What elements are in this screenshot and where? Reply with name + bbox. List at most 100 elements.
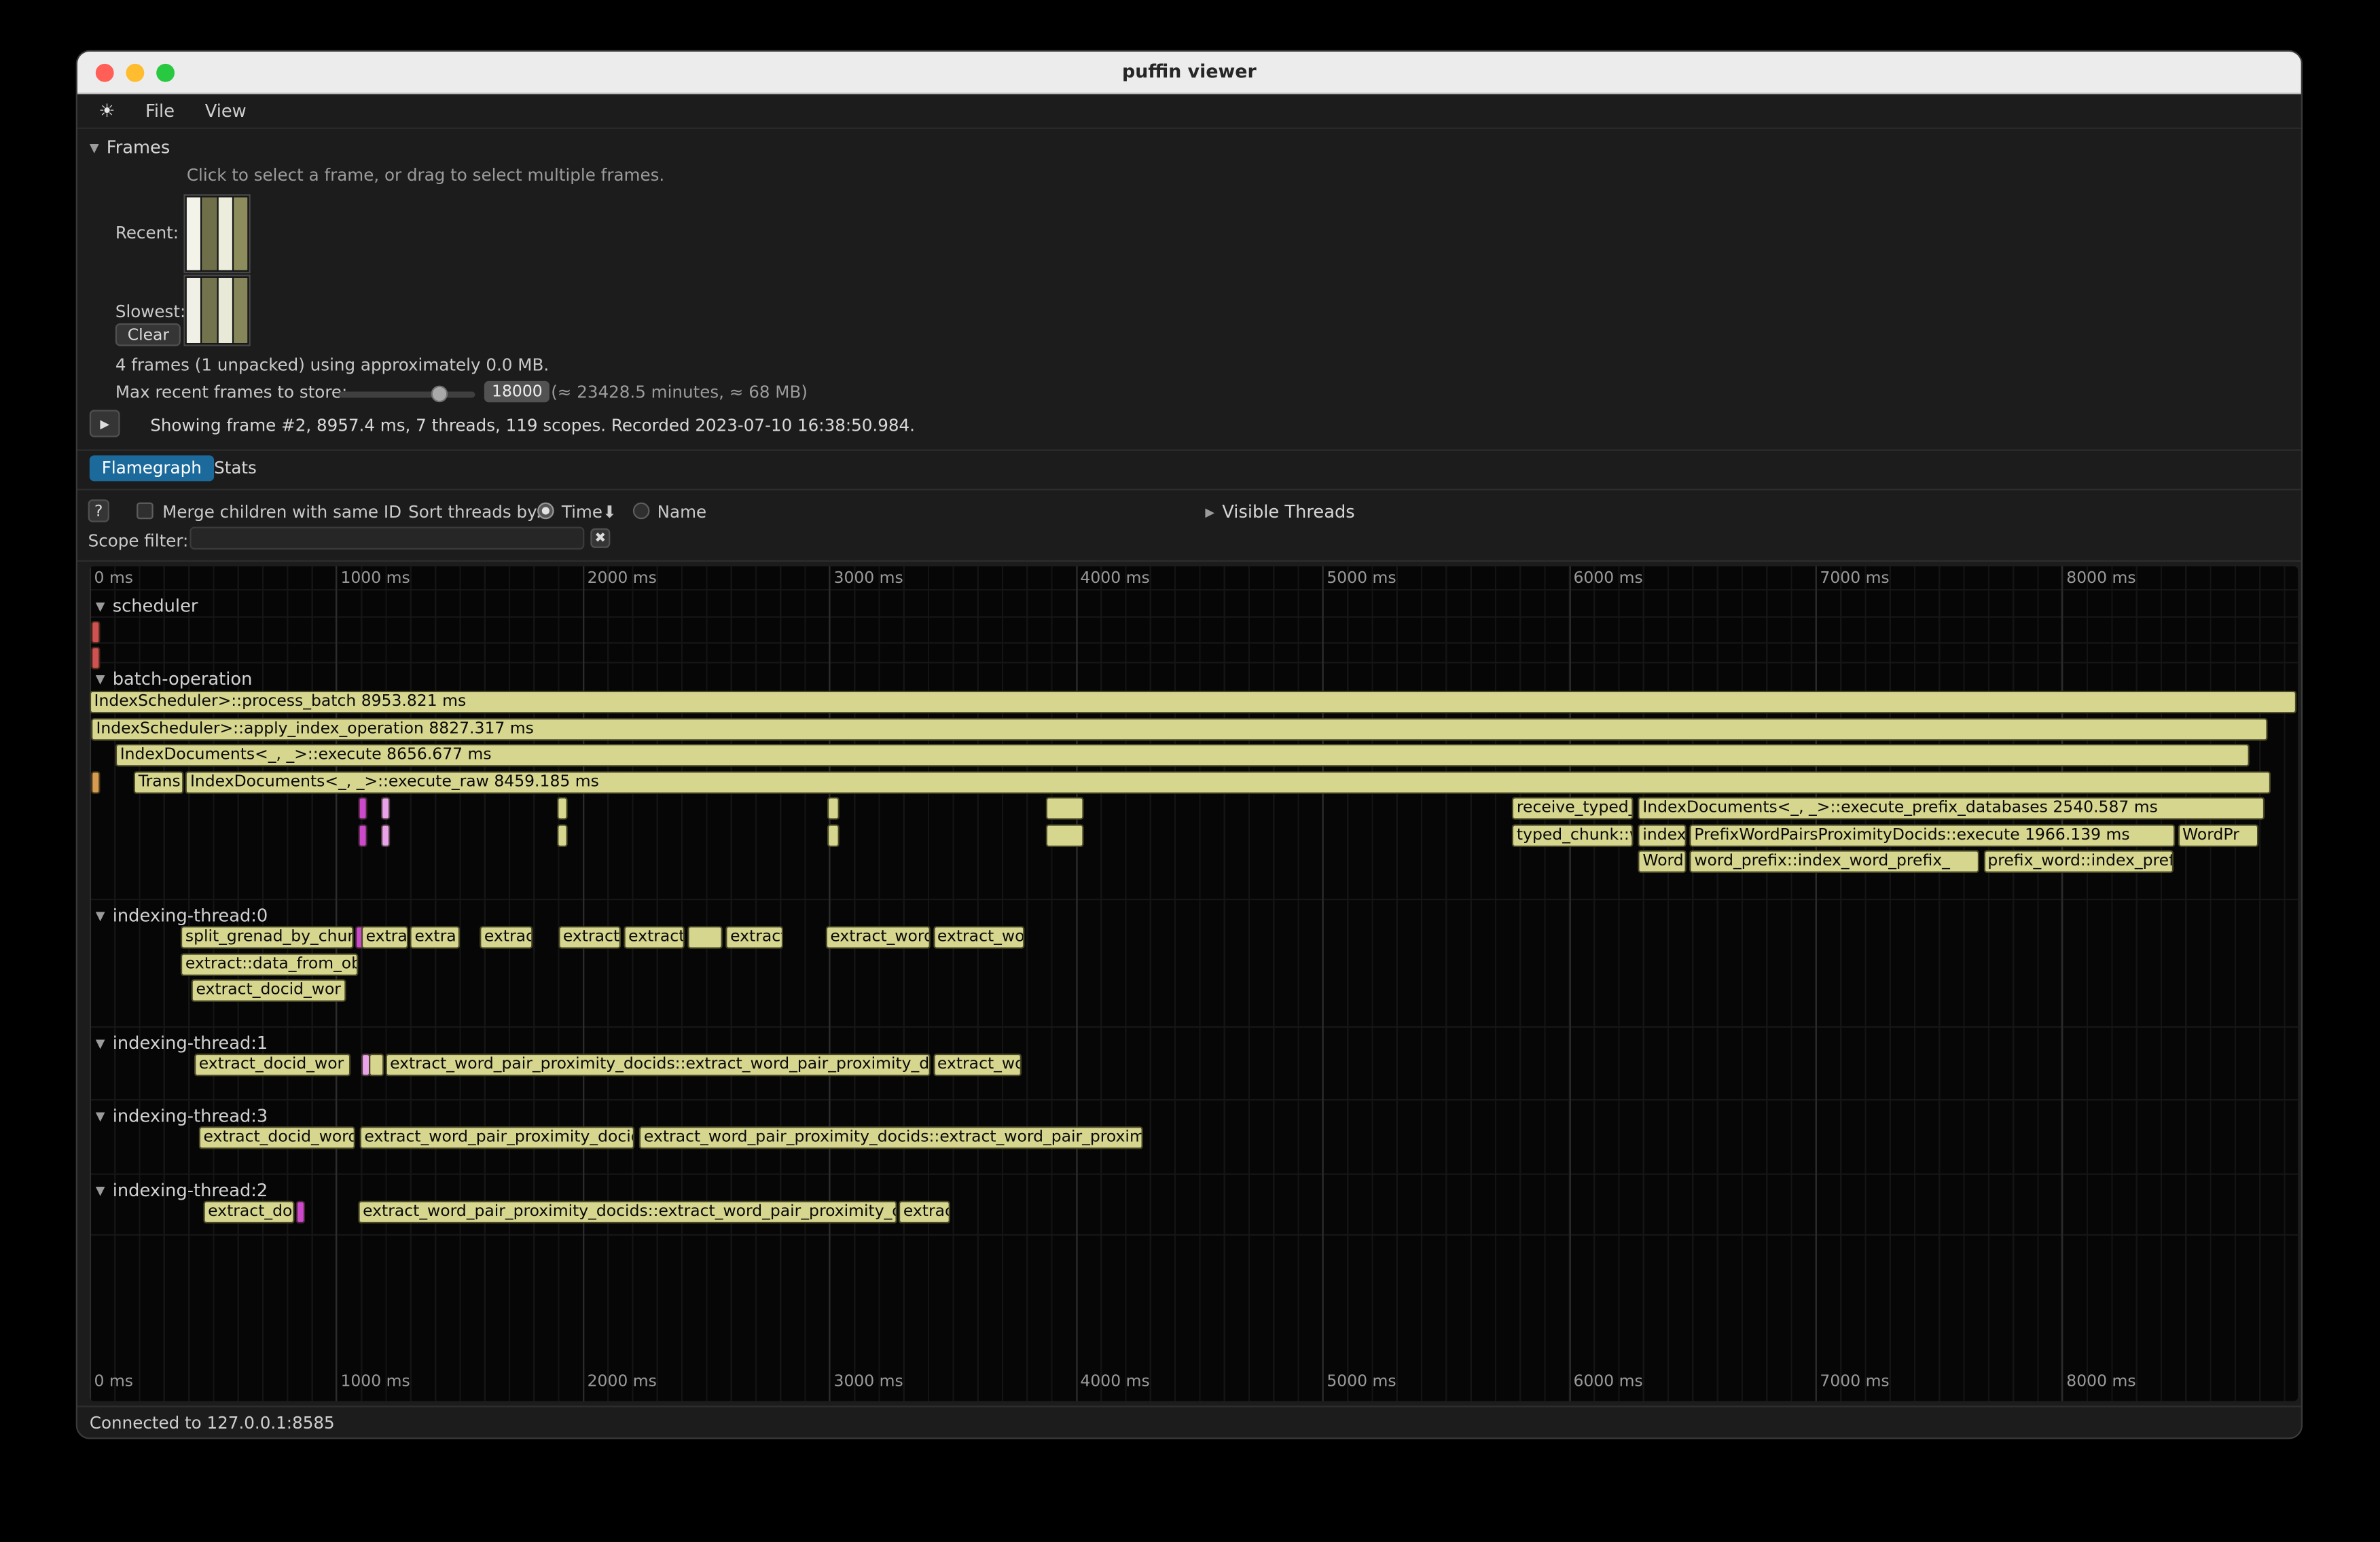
lane-line xyxy=(90,589,2298,590)
flame-bar[interactable]: extrac xyxy=(480,926,533,949)
lane-line xyxy=(90,616,2298,617)
max-frames-slider[interactable] xyxy=(338,392,475,398)
flame-bar[interactable] xyxy=(380,797,389,820)
flame-bar[interactable]: extract_docid_wor xyxy=(192,979,346,1002)
flame-bar[interactable]: extrac xyxy=(899,1201,950,1224)
flame-bar[interactable]: word_prefix::index_word_prefix_ xyxy=(1690,850,1980,873)
flame-bar[interactable]: extract_word xyxy=(826,926,931,949)
clear-filter-button[interactable]: ✖ xyxy=(590,528,610,548)
flame-bar[interactable]: extract_doc xyxy=(203,1201,294,1224)
thread-header-indexing-thread:0[interactable]: ▼indexing-thread:0 xyxy=(96,905,268,926)
flame-bar[interactable]: extract::data_from_ob xyxy=(181,952,358,975)
flame-bar[interactable]: extract_wo xyxy=(933,1054,1022,1077)
thread-name: indexing-thread:3 xyxy=(113,1105,268,1126)
flame-bar[interactable]: Trans xyxy=(134,770,183,793)
max-frames-slider-knob[interactable] xyxy=(431,386,448,403)
flame-bar[interactable]: extract_docid_word xyxy=(199,1126,355,1149)
visible-threads-toggle[interactable]: ▶ Visible Threads xyxy=(1205,501,1354,522)
sort-by-name-radio[interactable] xyxy=(633,503,650,520)
flame-bar[interactable] xyxy=(1046,823,1083,846)
app-window: puffin viewer ☀ File View ▼ Frames Click… xyxy=(76,50,2303,1439)
flame-bar[interactable]: split_grenad_by_chun xyxy=(181,926,353,949)
flame-bar[interactable] xyxy=(358,823,367,846)
flame-bar[interactable]: typed_chunk::w xyxy=(1512,823,1634,846)
flamegraph-canvas[interactable]: 0 ms0 ms1000 ms1000 ms2000 ms2000 ms3000… xyxy=(90,567,2298,1401)
theme-toggle-icon[interactable]: ☀ xyxy=(98,99,115,120)
help-button[interactable]: ? xyxy=(88,499,109,522)
thread-header-indexing-thread:2[interactable]: ▼indexing-thread:2 xyxy=(96,1179,268,1200)
flame-bar[interactable] xyxy=(557,797,567,820)
thread-name: indexing-thread:2 xyxy=(113,1179,268,1200)
collapse-triangle-icon: ▼ xyxy=(96,672,105,685)
flame-bar[interactable]: IndexDocuments<_, _>::execute_raw 8459.1… xyxy=(185,770,2271,793)
flame-bar[interactable]: extract_word_pair_proximity_docids xyxy=(360,1126,634,1149)
clear-frames-button[interactable]: Clear xyxy=(115,323,181,346)
flame-bar[interactable]: WordPr xyxy=(2178,823,2259,846)
max-frames-value[interactable]: 18000 xyxy=(484,381,550,402)
axis-tick-label: 3000 ms xyxy=(834,569,903,588)
flame-bar[interactable] xyxy=(380,823,389,846)
flame-bar[interactable]: extract_ xyxy=(558,926,620,949)
expand-triangle-icon: ▶ xyxy=(1205,505,1214,518)
sort-by-name-label[interactable]: Name xyxy=(657,503,707,522)
flame-bar[interactable] xyxy=(358,797,367,820)
flame-bar[interactable]: IndexDocuments<_, _>::execute 8656.677 m… xyxy=(115,744,2250,767)
sort-by-time-label[interactable]: Time xyxy=(562,503,602,522)
flame-bar[interactable]: receive_typed_ xyxy=(1512,797,1634,820)
thread-header-indexing-thread:1[interactable]: ▼indexing-thread:1 xyxy=(96,1033,268,1054)
thread-header-batch-operation[interactable]: ▼batch-operation xyxy=(96,668,253,689)
flame-bar[interactable]: index xyxy=(1638,823,1687,846)
flame-bar[interactable]: Word xyxy=(1638,850,1687,873)
frame-thumbnail[interactable] xyxy=(202,278,217,343)
flame-bar[interactable]: extract xyxy=(725,926,783,949)
titlebar: puffin viewer xyxy=(77,52,2301,94)
flame-bar[interactable]: prefix_word::index_prefix_wo xyxy=(1983,850,2174,873)
frame-thumbnail[interactable] xyxy=(234,198,248,270)
thread-header-indexing-thread:3[interactable]: ▼indexing-thread:3 xyxy=(96,1105,268,1126)
frame-thumbnail[interactable] xyxy=(202,198,217,270)
thread-header-scheduler[interactable]: ▼scheduler xyxy=(96,595,198,616)
tab-flamegraph[interactable]: Flamegraph xyxy=(90,455,214,481)
flame-bar[interactable]: extract_word_pair_proximity_docids::extr… xyxy=(385,1054,930,1077)
tab-stats[interactable]: Stats xyxy=(202,455,269,481)
axis-tick-label: 4000 ms xyxy=(1080,569,1149,588)
flame-bar[interactable] xyxy=(91,621,100,644)
flame-bar[interactable]: extract_word_pair_proximity_docids::extr… xyxy=(358,1201,897,1224)
flame-bar[interactable]: IndexScheduler>::apply_index_operation 8… xyxy=(92,717,2268,740)
flame-bar[interactable]: IndexScheduler>::process_batch 8953.821 … xyxy=(90,691,2297,714)
menu-view[interactable]: View xyxy=(205,99,247,120)
flame-bar[interactable]: extract_ xyxy=(624,926,684,949)
flame-bar[interactable] xyxy=(91,647,100,670)
frame-thumbnail[interactable] xyxy=(218,198,232,270)
flame-bar[interactable] xyxy=(92,770,101,793)
frame-thumbnail[interactable] xyxy=(218,278,232,343)
flame-bar[interactable]: PrefixWordPairsProximityDocids::execute … xyxy=(1690,823,2175,846)
frames-section-header[interactable]: ▼ Frames xyxy=(90,137,170,158)
flame-bar[interactable]: extract_wo xyxy=(933,926,1024,949)
flame-bar[interactable] xyxy=(827,823,839,846)
flame-bar[interactable]: IndexDocuments<_, _>::execute_prefix_dat… xyxy=(1638,797,2265,820)
scope-filter-input[interactable] xyxy=(190,526,584,550)
frame-thumbnail[interactable] xyxy=(187,198,201,270)
connection-status: Connected to 127.0.0.1:8585 xyxy=(90,1414,335,1433)
sort-by-time-radio[interactable] xyxy=(537,503,554,520)
frame-thumbnail[interactable] xyxy=(234,278,248,343)
visible-threads-label: Visible Threads xyxy=(1222,501,1354,522)
menu-file[interactable]: File xyxy=(145,99,175,120)
play-pause-button[interactable]: ▶ xyxy=(90,410,120,437)
flame-bar[interactable] xyxy=(296,1201,305,1224)
flame-bar[interactable] xyxy=(688,926,723,949)
merge-children-label[interactable]: Merge children with same ID xyxy=(162,503,401,522)
flame-bar[interactable] xyxy=(557,823,567,846)
collapse-triangle-icon: ▼ xyxy=(96,1036,105,1050)
flame-bar[interactable]: extra xyxy=(410,926,461,949)
sort-direction-icon[interactable]: ⬇ xyxy=(602,503,617,522)
flame-bar[interactable] xyxy=(368,1054,384,1077)
flame-bar[interactable]: extract_docid_wor xyxy=(194,1054,350,1077)
flame-bar[interactable] xyxy=(827,797,839,820)
flame-bar[interactable]: extract xyxy=(361,926,408,949)
flame-bar[interactable]: extract_word_pair_proximity_docids::extr… xyxy=(639,1126,1143,1149)
merge-children-checkbox[interactable] xyxy=(137,503,154,520)
frame-thumbnail[interactable] xyxy=(187,278,201,343)
flame-bar[interactable] xyxy=(1046,797,1083,820)
